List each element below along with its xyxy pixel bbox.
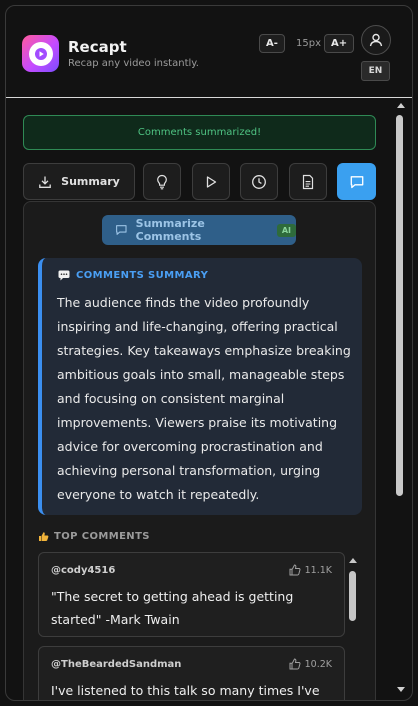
comments-scrollbar-thumb[interactable]: [349, 571, 356, 621]
comment-text: I've listened to this talk so many times…: [51, 683, 320, 698]
comments-scroll-up-arrow[interactable]: [349, 558, 357, 563]
lightbulb-icon: [157, 174, 167, 189]
transcript-tab-button[interactable]: [289, 163, 327, 200]
comments-tab-button[interactable]: [337, 163, 376, 200]
clock-icon: [252, 174, 266, 189]
comments-summary-text: The audience finds the video profoundly …: [57, 295, 351, 502]
summarize-comments-button[interactable]: Summarize Comments AI: [102, 215, 296, 245]
scrollbar-thumb[interactable]: [396, 115, 403, 496]
user-account-button[interactable]: [361, 25, 391, 55]
play-tab-button[interactable]: [192, 163, 230, 200]
document-icon: [302, 174, 314, 189]
scroll-up-arrow[interactable]: [397, 103, 405, 108]
play-logo-icon: [28, 41, 53, 66]
status-banner: Comments summarized!: [23, 115, 376, 150]
comment-author: @cody4516: [51, 565, 116, 576]
scroll-down-arrow[interactable]: [397, 687, 405, 692]
app-title: Recapt: [68, 38, 127, 56]
speech-bubble-icon: [58, 270, 70, 281]
summary-tab-label: Summary: [61, 175, 120, 188]
play-icon: [206, 175, 217, 188]
top-comments-title: TOP COMMENTS: [54, 531, 150, 542]
comment-likes: 10.2K: [289, 658, 332, 670]
comment-text: "The secret to getting ahead is getting …: [51, 589, 294, 627]
comments-summary-card: COMMENTS SUMMARY The audience finds the …: [38, 258, 362, 515]
header: Recapt Recap any video instantly. A- 15p…: [6, 6, 412, 98]
language-button[interactable]: EN: [361, 61, 390, 81]
comments-summary-heading: COMMENTS SUMMARY: [58, 270, 208, 281]
comment-item: @TheBeardedSandman 10.2K I've listened t…: [38, 646, 345, 700]
chat-bubble-icon: [350, 175, 363, 188]
font-increase-button[interactable]: A+: [324, 34, 355, 53]
thumbs-up-icon: [289, 564, 301, 576]
extension-frame: Recapt Recap any video instantly. A- 15p…: [5, 5, 413, 701]
app-logo: [22, 35, 59, 72]
comment-item: @cody4516 11.1K "The secret to getting a…: [38, 552, 345, 637]
comments-summary-title: COMMENTS SUMMARY: [76, 270, 209, 281]
comment-author: @TheBeardedSandman: [51, 659, 182, 670]
font-decrease-button[interactable]: A-: [259, 34, 285, 53]
top-comments-heading: TOP COMMENTS: [38, 531, 150, 542]
font-size-value: 15px: [296, 38, 321, 49]
chat-bubble-icon: [116, 225, 127, 235]
user-icon: [369, 33, 383, 47]
timestamps-tab-button[interactable]: [240, 163, 278, 200]
insights-tab-button[interactable]: [143, 163, 181, 200]
thumbs-up-emoji-icon: [39, 532, 49, 541]
comment-like-count: 10.2K: [304, 658, 332, 670]
download-icon: [39, 176, 51, 188]
summarize-comments-label: Summarize Comments: [135, 217, 205, 243]
ai-badge: AI: [276, 223, 296, 237]
summary-tab-button[interactable]: Summary: [23, 163, 135, 200]
comment-like-count: 11.1K: [304, 564, 332, 576]
comment-likes: 11.1K: [289, 564, 332, 576]
app-subtitle: Recap any video instantly.: [68, 58, 199, 69]
thumbs-up-icon: [289, 658, 301, 670]
